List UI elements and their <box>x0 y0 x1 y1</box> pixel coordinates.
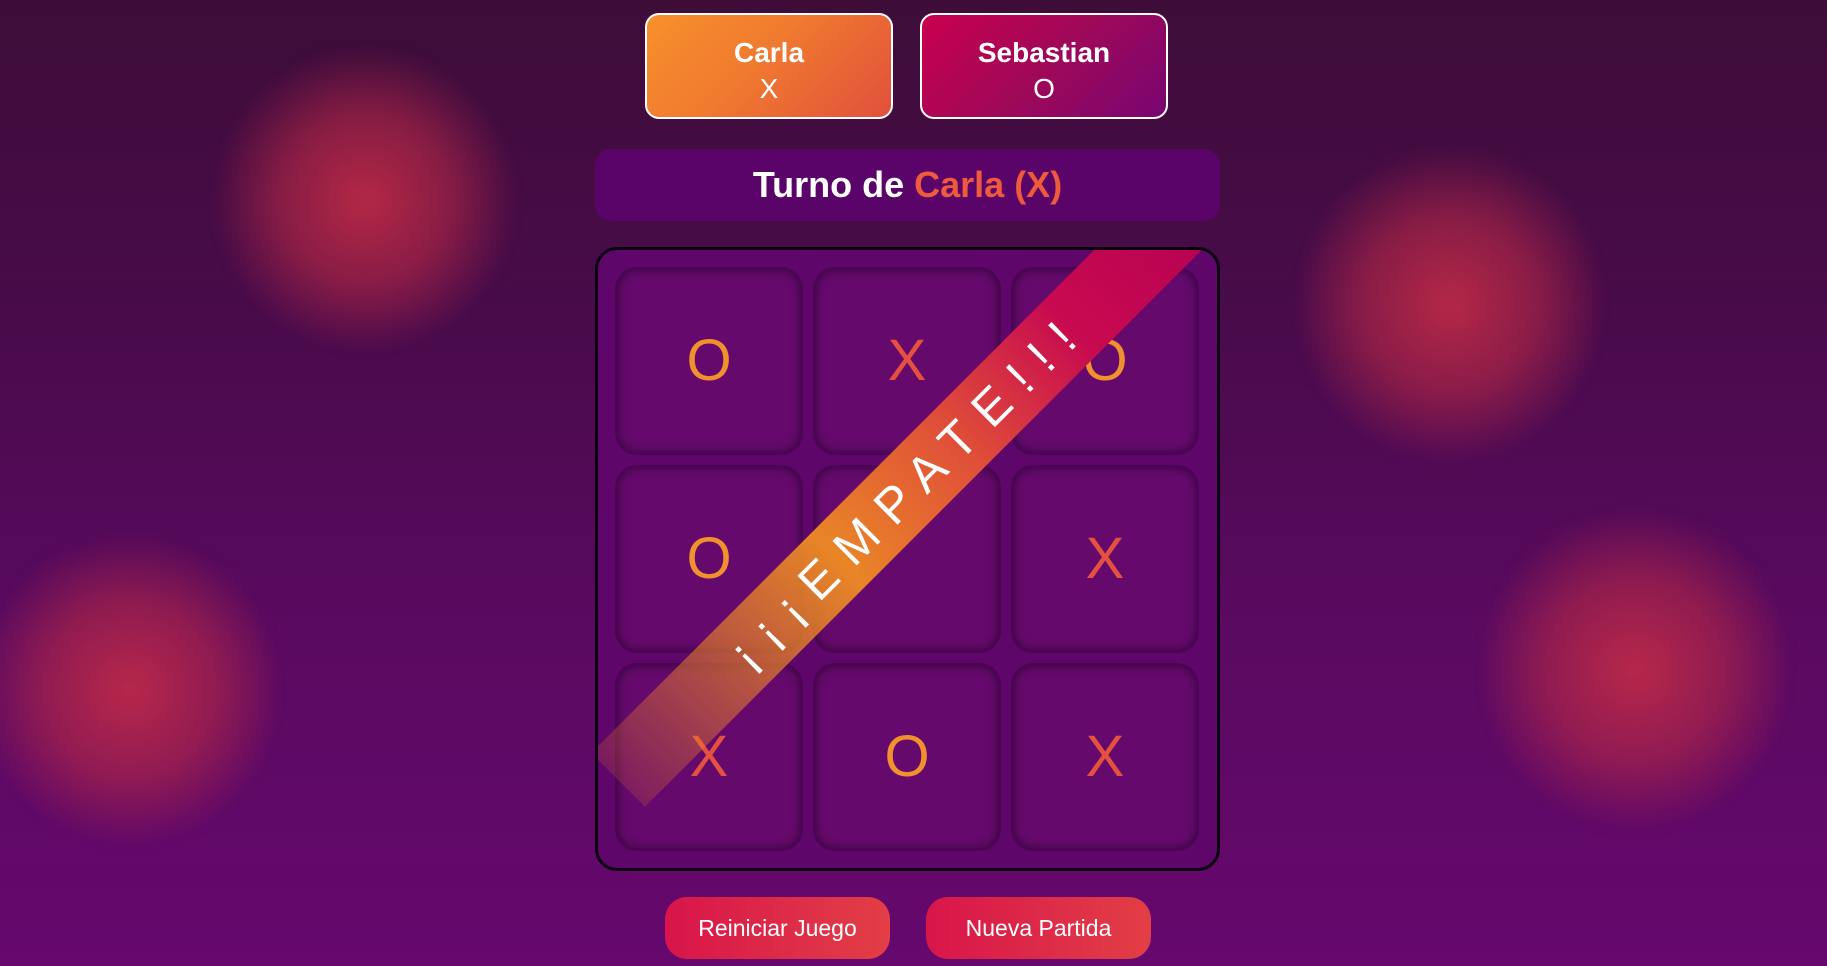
background-blob <box>215 50 515 350</box>
player-card-x: Carla X <box>645 13 893 119</box>
turn-indicator: Turno de Carla (X) <box>595 149 1220 221</box>
player-name: Carla <box>733 37 805 68</box>
player-card-o: Sebastian O <box>920 13 1168 119</box>
reset-game-button[interactable]: Reiniciar Juego <box>665 897 890 959</box>
background-blob <box>1485 505 1785 835</box>
board-cell-1-2[interactable]: X <box>1013 467 1197 651</box>
player-symbol: X <box>759 73 779 104</box>
player-symbol: O <box>1033 73 1055 104</box>
board-cell-2-1[interactable]: O <box>815 665 999 849</box>
background-blob <box>0 530 275 850</box>
game-board: O X O O X X O X ¡¡¡EMPATE!!! <box>595 247 1220 871</box>
background-blob <box>1300 145 1600 465</box>
turn-player: Carla (X) <box>914 164 1063 205</box>
new-game-button[interactable]: Nueva Partida <box>926 897 1151 959</box>
board-cell-2-2[interactable]: X <box>1013 665 1197 849</box>
turn-prefix: Turno de <box>752 164 905 205</box>
player-name: Sebastian <box>977 37 1111 68</box>
board-cell-0-0[interactable]: O <box>617 269 801 453</box>
